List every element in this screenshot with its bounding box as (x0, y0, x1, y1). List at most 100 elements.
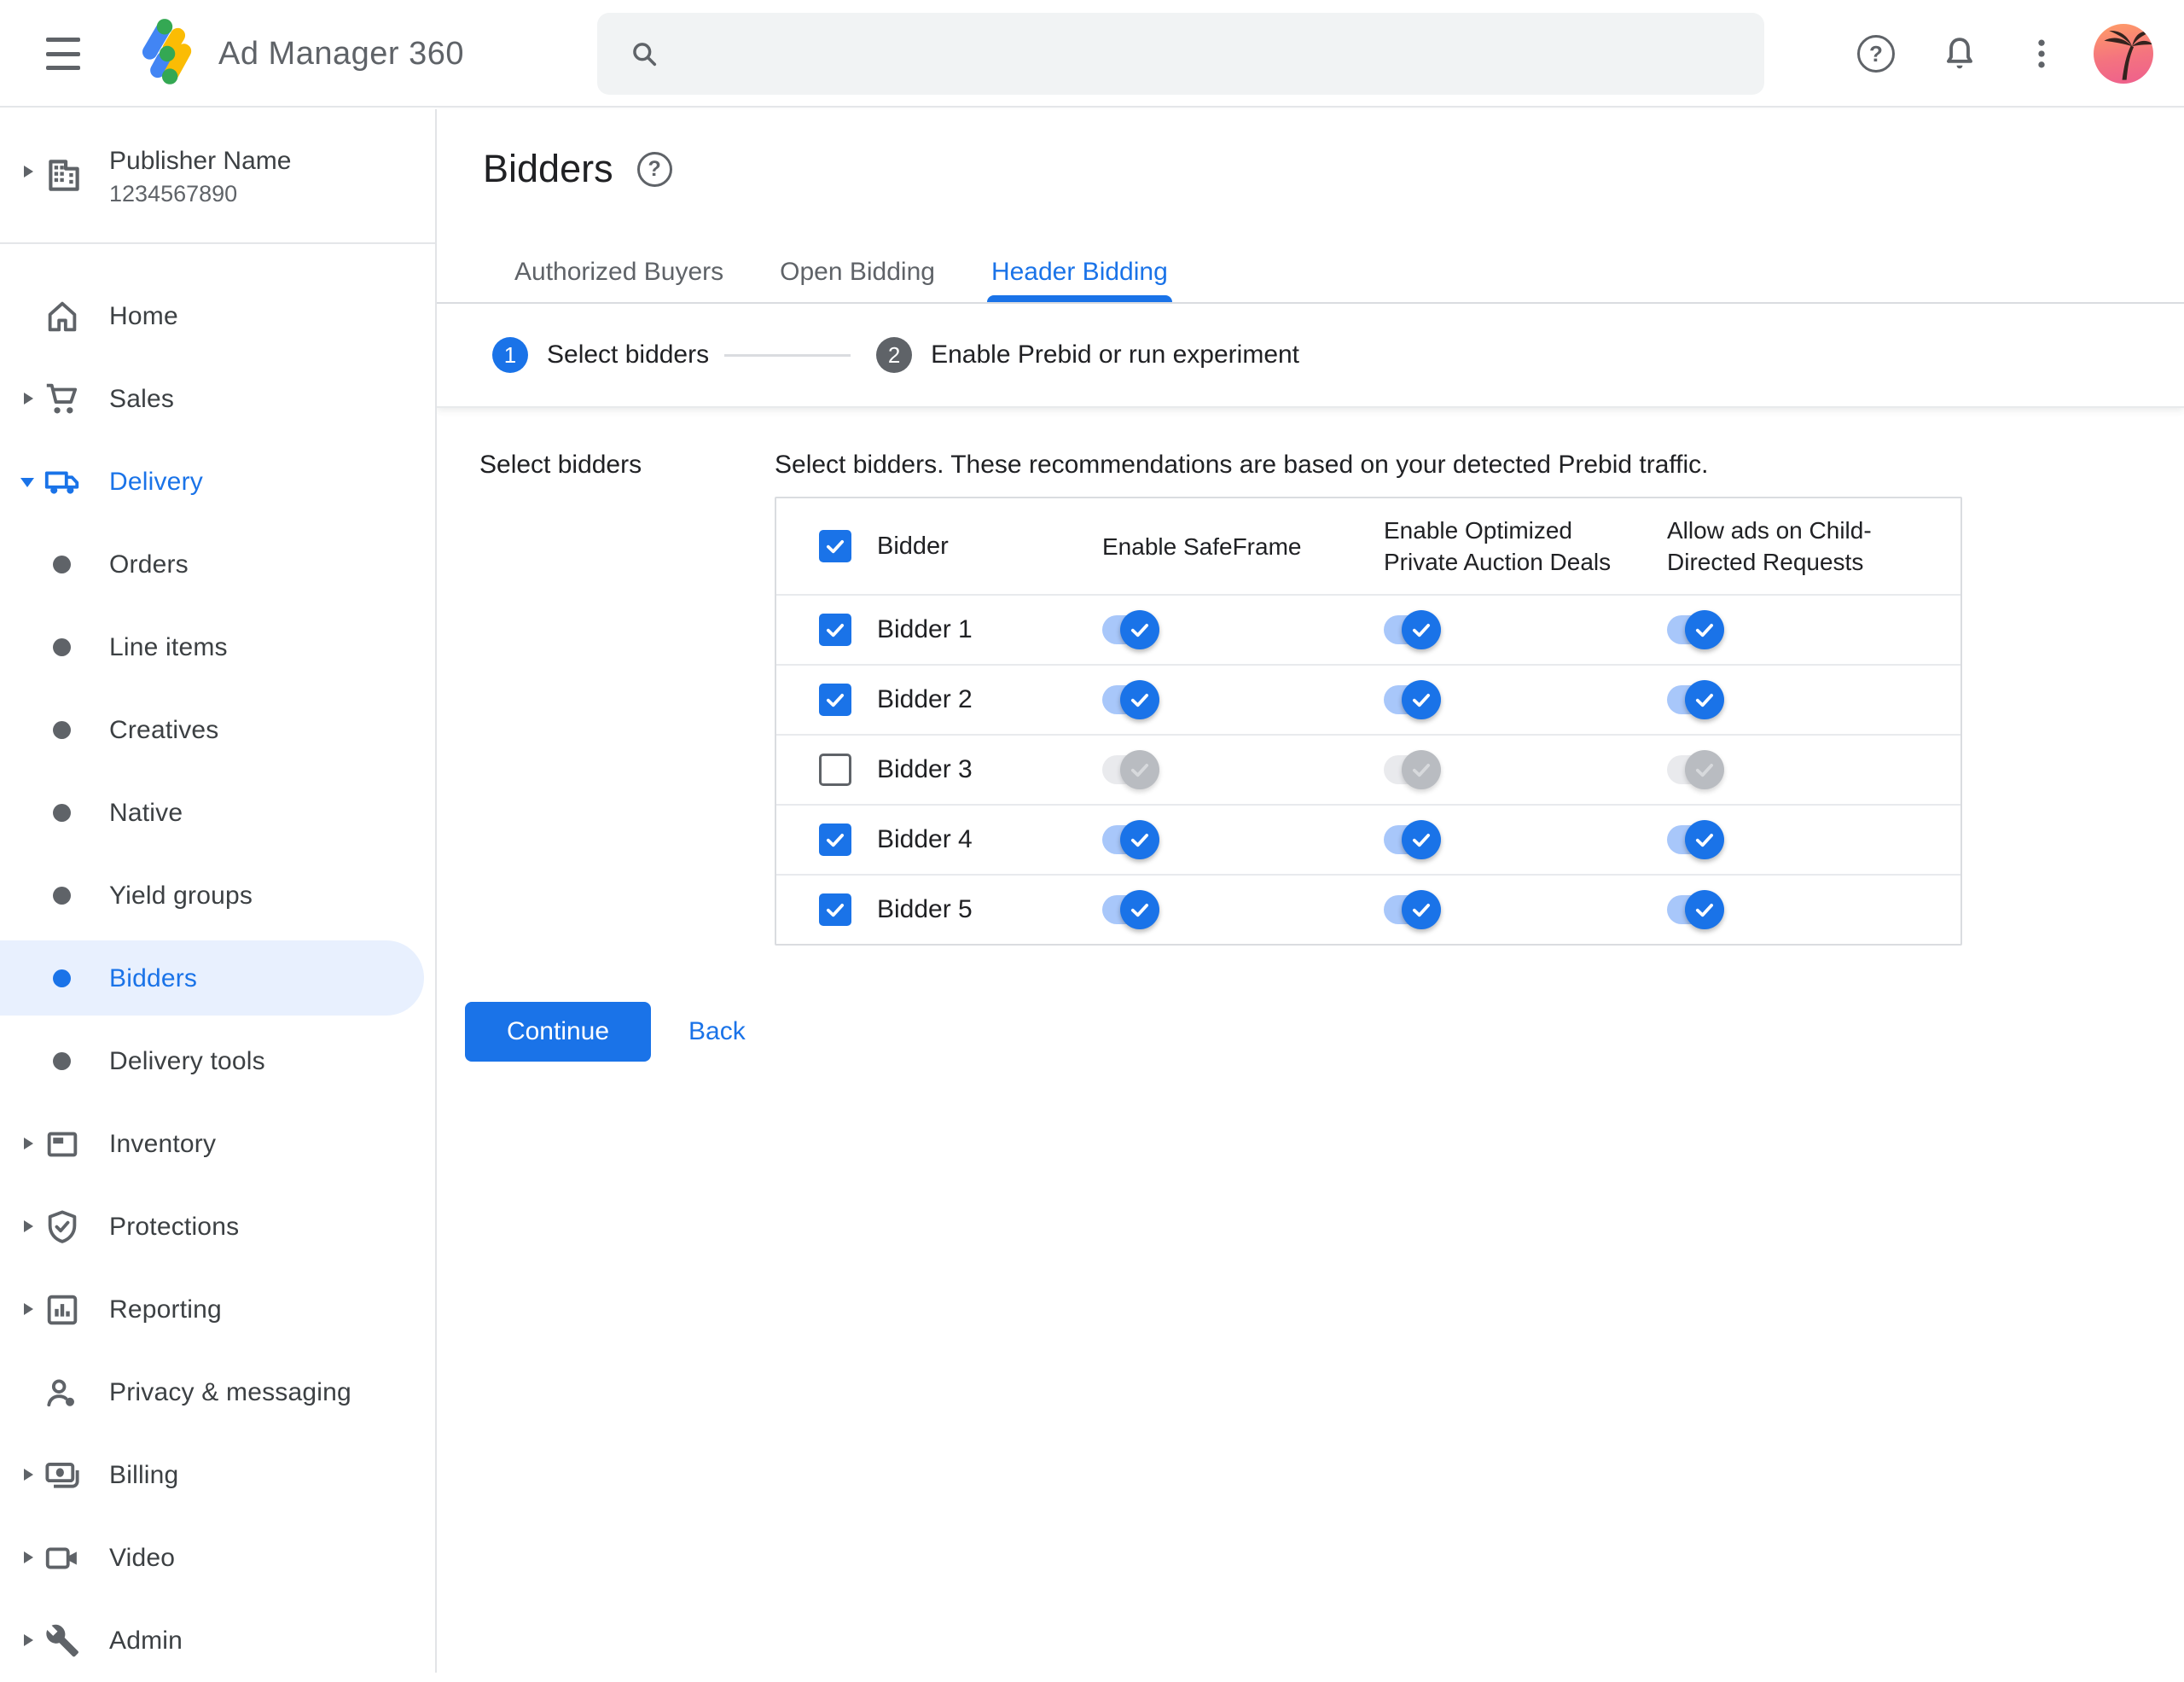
step-label: Select bidders (547, 340, 710, 369)
child-directed-toggle[interactable] (1667, 750, 1724, 789)
sidebar-item-label: Billing (109, 1461, 179, 1489)
bidder-name: Bidder 4 (877, 825, 973, 853)
safeframe-toggle[interactable] (1102, 890, 1159, 929)
sidebar-item-label: Bidders (109, 964, 198, 992)
caret-right-icon (24, 1220, 33, 1232)
safeframe-toggle[interactable] (1102, 610, 1159, 649)
sidebar-item-label: Delivery (109, 468, 203, 496)
bullet-icon (53, 721, 71, 739)
child-directed-toggle[interactable] (1667, 680, 1724, 719)
sidebar-item-inventory[interactable]: Inventory (0, 1103, 435, 1185)
select-all-checkbox[interactable] (819, 530, 851, 562)
sidebar-item-admin[interactable]: Admin (0, 1599, 435, 1682)
toggle-thumb (1120, 820, 1159, 859)
table-row-bidder-3: Bidder 3 (776, 734, 1960, 804)
notifications-icon[interactable] (1938, 32, 1981, 75)
toggle-thumb (1402, 750, 1441, 789)
sidebar-item-label: Admin (109, 1627, 183, 1655)
caret-right-icon (24, 393, 33, 404)
back-button[interactable]: Back (688, 1017, 746, 1046)
child-directed-toggle[interactable] (1667, 610, 1724, 649)
optimized-deals-toggle[interactable] (1384, 610, 1441, 649)
row-checkbox[interactable] (819, 893, 851, 926)
row-checkbox[interactable] (819, 684, 851, 716)
optimized-deals-toggle[interactable] (1384, 750, 1441, 789)
sidebar-item-label: Delivery tools (109, 1047, 265, 1075)
step-number: 1 (492, 337, 528, 373)
sidebar-item-bidders[interactable]: Bidders (0, 937, 435, 1020)
search-input[interactable] (681, 15, 1739, 92)
step-2[interactable]: 2 Enable Prebid or run experiment (876, 337, 1299, 373)
toggle-thumb (1402, 680, 1441, 719)
sidebar-item-home[interactable]: Home (0, 275, 435, 358)
sidebar-item-sales[interactable]: Sales (0, 358, 435, 440)
menu-icon[interactable] (46, 38, 80, 70)
description-text: Select bidders. These recommendations ar… (775, 451, 1709, 479)
bullet-icon (53, 638, 71, 656)
table-row-bidder-5: Bidder 5 (776, 874, 1960, 944)
sidebar-item-video[interactable]: Video (0, 1516, 435, 1599)
caret-right-icon (24, 1469, 33, 1481)
column-header-bidder: Bidder (877, 532, 949, 560)
sidebar-item-privacy-messaging[interactable]: Privacy & messaging (0, 1351, 435, 1434)
continue-button[interactable]: Continue (465, 1002, 651, 1062)
sidebar-item-label: Home (109, 302, 178, 330)
tab-open-bidding[interactable]: Open Bidding (752, 258, 963, 302)
app-title: Ad Manager 360 (218, 36, 464, 72)
sidebar-item-native[interactable]: Native (0, 771, 435, 854)
toggle-thumb (1402, 820, 1441, 859)
sidebar-item-label: Protections (109, 1213, 240, 1241)
column-header-child-directed: Allow ads on Child-Directed Requests (1667, 517, 1872, 575)
search-bar[interactable] (597, 13, 1764, 95)
safeframe-toggle[interactable] (1102, 680, 1159, 719)
sidebar-item-line-items[interactable]: Line items (0, 606, 435, 689)
sidebar-item-delivery[interactable]: Delivery (0, 440, 435, 523)
bullet-icon (53, 804, 71, 822)
content-section: Select bidders Select bidders. These rec… (437, 408, 2184, 1062)
step-1[interactable]: 1 Select bidders (492, 337, 709, 373)
row-checkbox[interactable] (819, 754, 851, 786)
column-header-safeframe: Enable SafeFrame (1102, 533, 1302, 560)
toggle-thumb (1120, 890, 1159, 929)
help-icon[interactable]: ? (1855, 32, 1897, 75)
safeframe-toggle[interactable] (1102, 750, 1159, 789)
table-row-bidder-4: Bidder 4 (776, 804, 1960, 874)
publisher-switcher[interactable]: Publisher Name 1234567890 (0, 109, 435, 244)
toggle-thumb (1120, 750, 1159, 789)
sidebar-item-label: Line items (109, 633, 228, 661)
video-icon (43, 1539, 82, 1578)
person-icon (43, 1373, 82, 1412)
sidebar-item-label: Yield groups (109, 882, 253, 910)
row-checkbox[interactable] (819, 614, 851, 646)
child-directed-toggle[interactable] (1667, 890, 1724, 929)
more-vert-icon[interactable] (2020, 32, 2063, 75)
sidebar-item-label: Creatives (109, 716, 219, 744)
sidebar-item-label: Video (109, 1544, 176, 1572)
sidebar-item-protections[interactable]: Protections (0, 1185, 435, 1268)
sidebar-item-billing[interactable]: Billing (0, 1434, 435, 1516)
optimized-deals-toggle[interactable] (1384, 890, 1441, 929)
sidebar-item-reporting[interactable]: Reporting (0, 1268, 435, 1351)
caret-right-icon (24, 1634, 33, 1646)
sidebar-item-label: Inventory (109, 1130, 217, 1158)
row-checkbox[interactable] (819, 824, 851, 856)
section-label: Select bidders (479, 451, 642, 479)
stepper: 1 Select bidders 2 Enable Prebid or run e… (492, 304, 1299, 406)
building-icon (43, 154, 85, 196)
child-directed-toggle[interactable] (1667, 820, 1724, 859)
sidebar-item-orders[interactable]: Orders (0, 523, 435, 606)
sidebar-item-delivery-tools[interactable]: Delivery tools (0, 1020, 435, 1103)
step-label: Enable Prebid or run experiment (931, 340, 1300, 369)
toggle-thumb (1685, 820, 1724, 859)
tab-authorized-buyers[interactable]: Authorized Buyers (486, 258, 752, 302)
safeframe-toggle[interactable] (1102, 820, 1159, 859)
toggle-thumb (1120, 680, 1159, 719)
tab-bar: Authorized Buyers Open Bidding Header Bidd… (486, 109, 1196, 302)
truck-icon (43, 463, 82, 502)
sidebar-item-creatives[interactable]: Creatives (0, 689, 435, 771)
tab-header-bidding[interactable]: Header Bidding (963, 258, 1196, 302)
sidebar-item-yield-groups[interactable]: Yield groups (0, 854, 435, 937)
optimized-deals-toggle[interactable] (1384, 820, 1441, 859)
avatar[interactable] (2094, 24, 2153, 84)
optimized-deals-toggle[interactable] (1384, 680, 1441, 719)
